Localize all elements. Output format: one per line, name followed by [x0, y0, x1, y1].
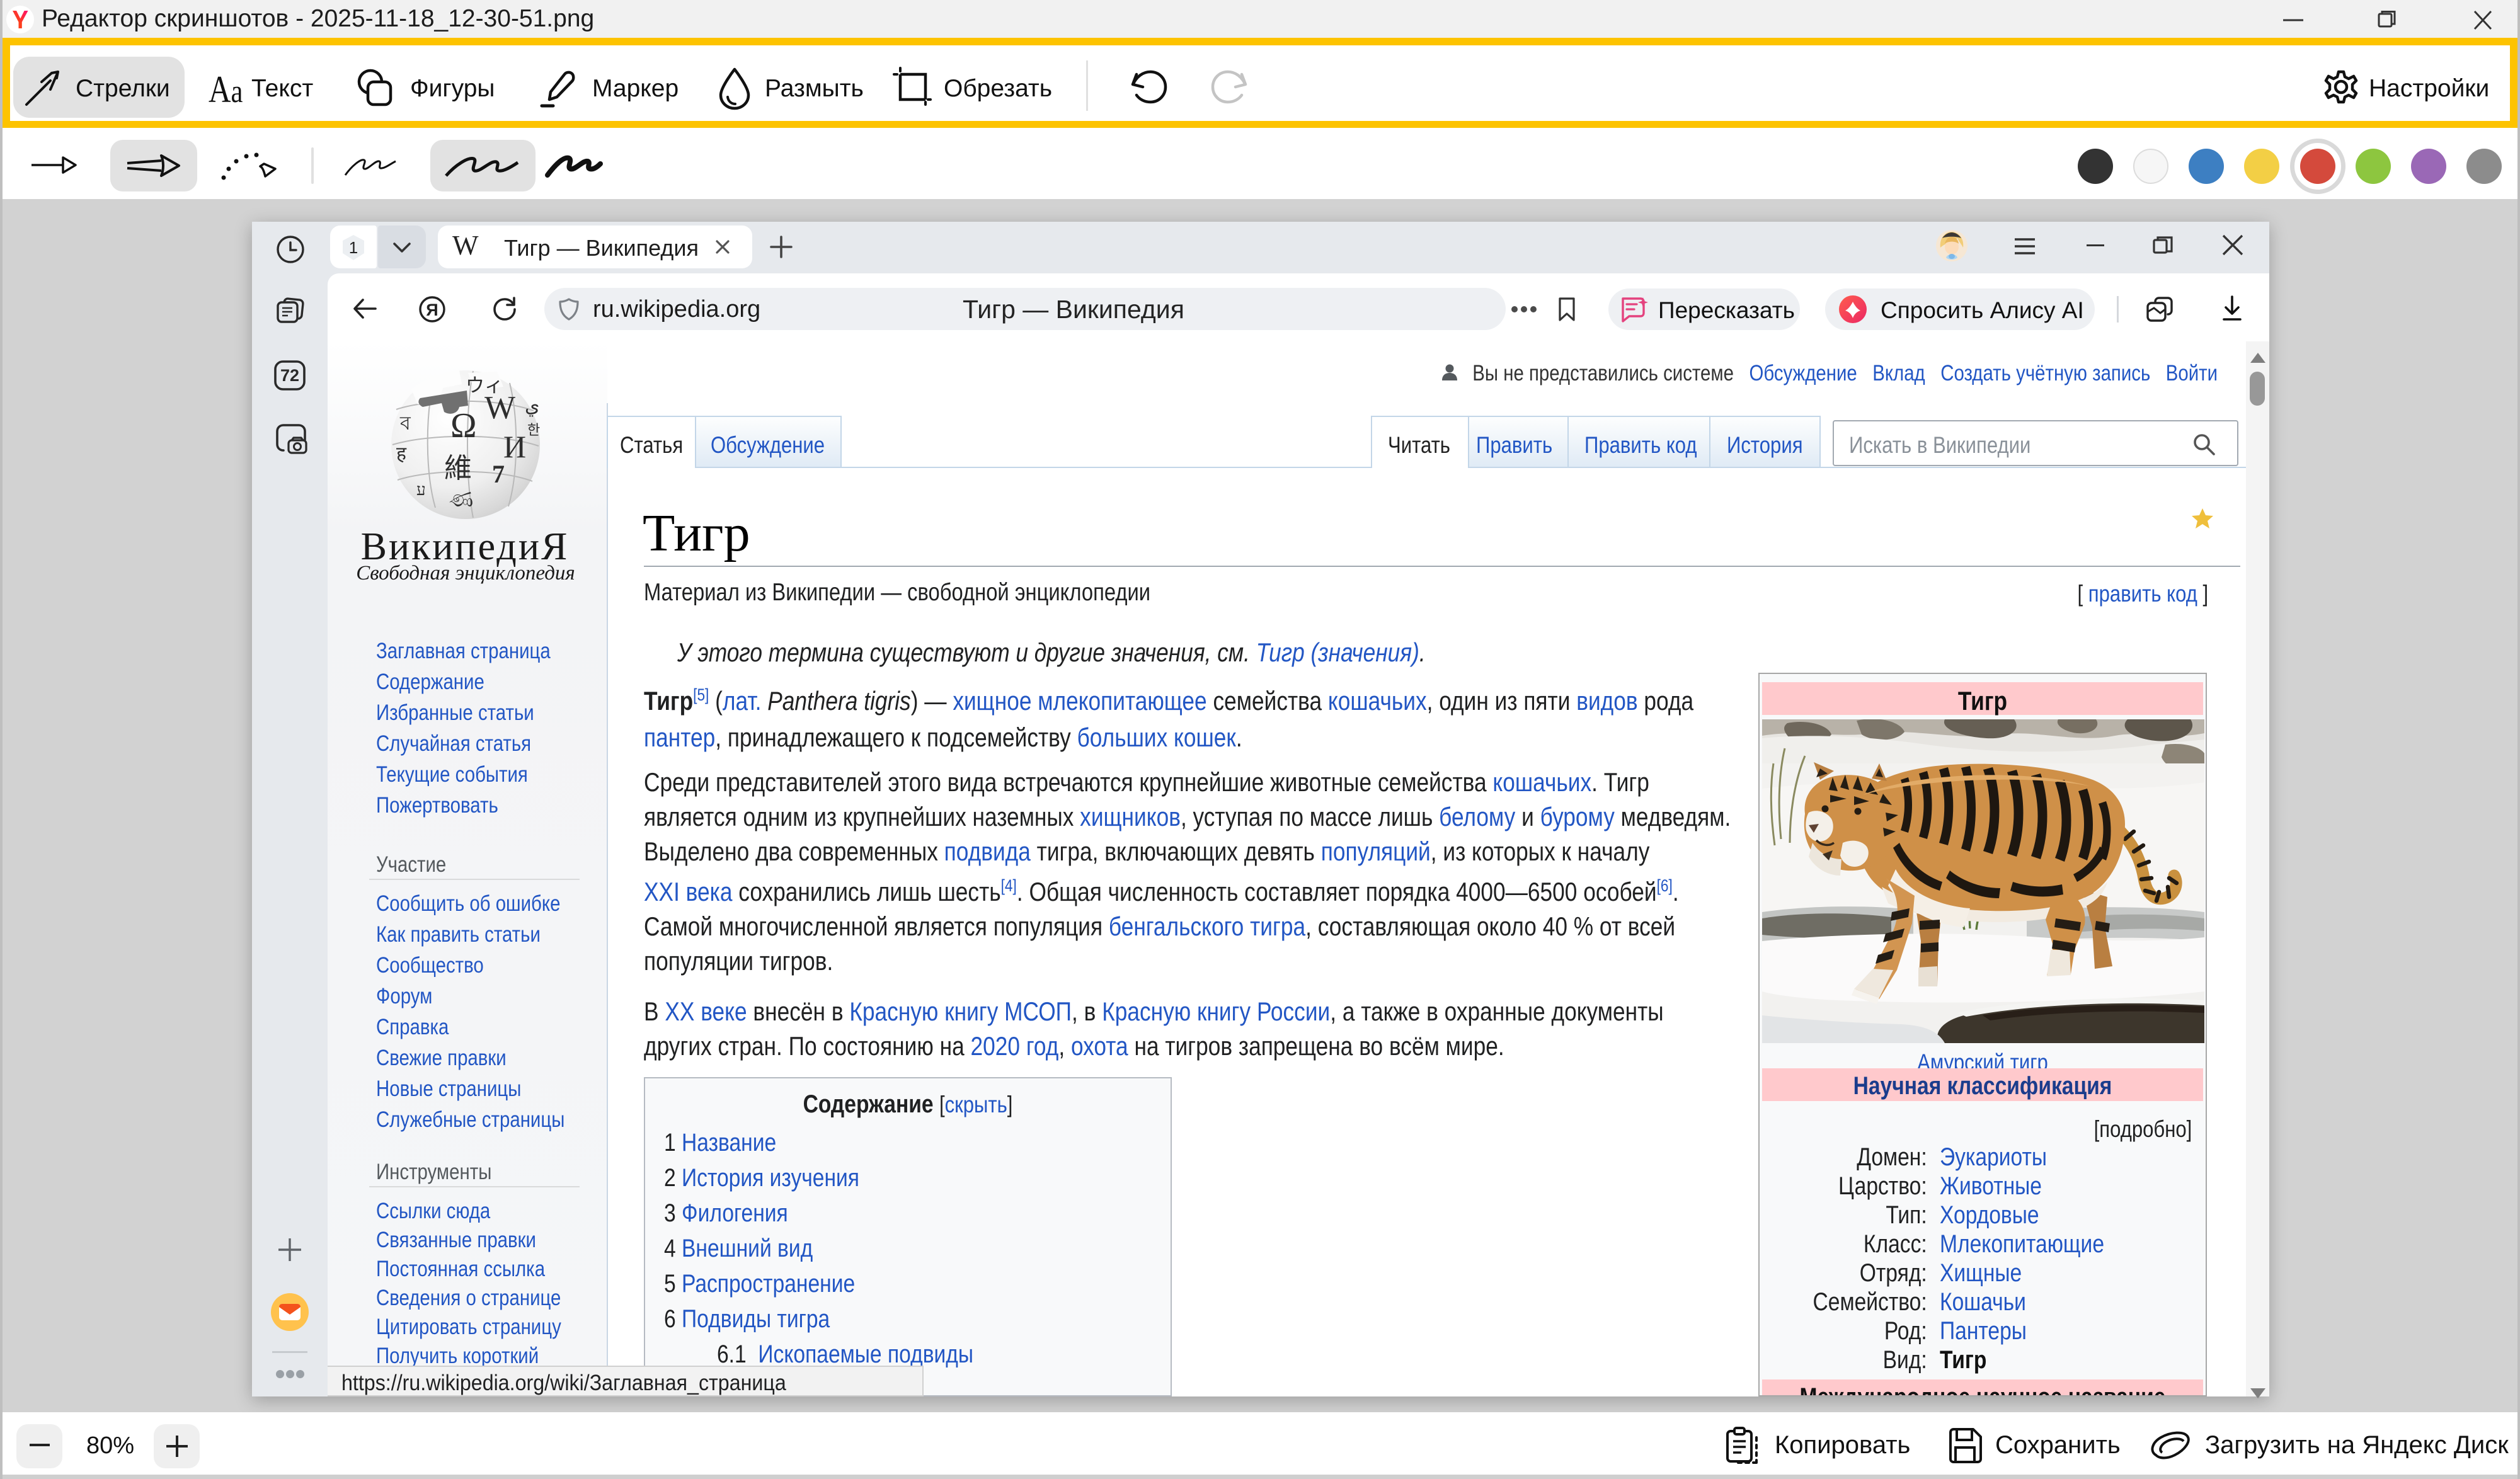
- svg-text:ব: ব: [399, 413, 411, 434]
- svg-text:Я: Я: [426, 300, 438, 319]
- svg-text:И: И: [503, 429, 526, 464]
- svg-text:Ω: Ω: [450, 406, 477, 445]
- svg-text:한: 한: [527, 422, 540, 438]
- svg-text:ي: ي: [525, 396, 539, 416]
- svg-text:ණ: ණ: [449, 488, 473, 511]
- svg-text:維: 維: [444, 453, 472, 484]
- svg-text:ウィ: ウィ: [466, 375, 503, 396]
- svg-text:72: 72: [280, 366, 299, 385]
- svg-text:ह: ह: [396, 443, 407, 464]
- svg-text:ע: ע: [416, 481, 426, 499]
- svg-text:7: 7: [492, 460, 505, 488]
- svg-text:1: 1: [349, 238, 358, 257]
